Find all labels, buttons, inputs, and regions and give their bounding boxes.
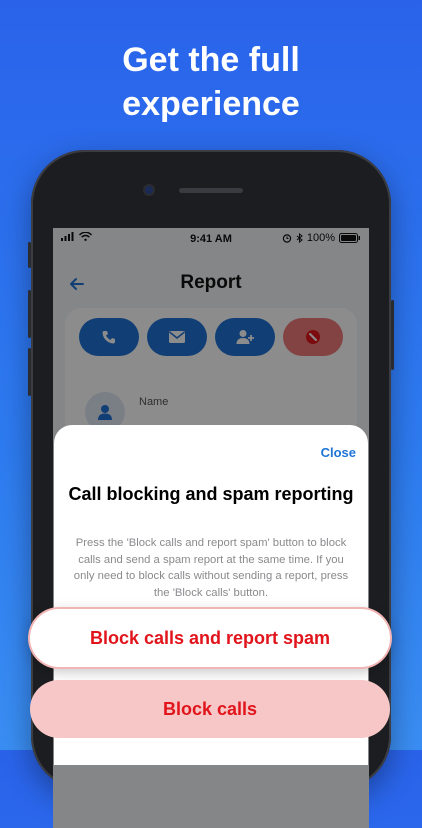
headline: Get the full experience [0,38,422,126]
phone-side-button-volume-down [28,348,31,396]
phone-side-button-volume-up [28,290,31,338]
front-camera [145,186,153,194]
close-button[interactable]: Close [321,445,356,460]
earpiece-speaker [179,188,243,193]
phone-side-button-mute [28,242,31,268]
phone-side-button-power [391,300,394,370]
block-calls-button[interactable]: Block calls [30,680,390,738]
headline-line-1: Get the full [122,41,300,79]
headline-line-2: experience [122,85,300,123]
sheet-description: Press the 'Block calls and report spam' … [73,537,349,599]
block-and-report-button[interactable]: Block calls and report spam [30,609,390,667]
sheet-title: Call blocking and spam reporting [68,484,354,504]
